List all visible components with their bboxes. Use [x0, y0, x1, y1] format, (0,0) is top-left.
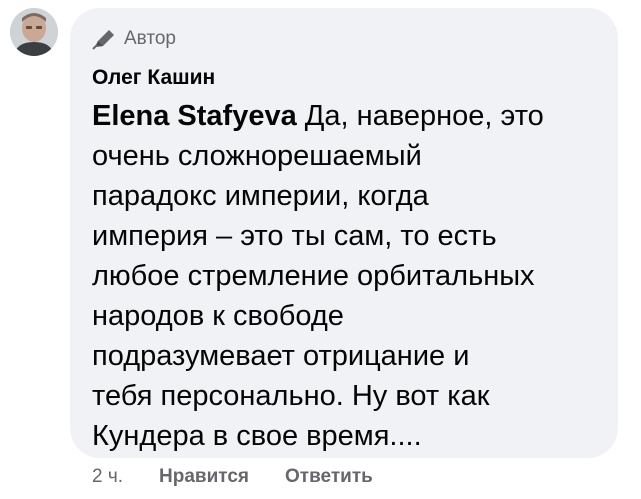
comment-timestamp[interactable]: 2 ч. — [92, 466, 123, 488]
comment-actions: 2 ч. Нравится Ответить — [92, 466, 373, 488]
avatar-image — [10, 8, 58, 56]
comment-line: очень сложнорешаемый — [92, 140, 422, 172]
comment-line: народов к свободе — [92, 300, 344, 332]
comment-line: тебя персонально. Ну вот как — [92, 380, 490, 412]
comment-line: парадокс империи, когда — [92, 180, 429, 212]
comment-bubble: Автор Олег Кашин Elena Stafyeva Да, наве… — [70, 8, 618, 458]
author-badge-label: Автор — [124, 28, 176, 49]
comment-line: подразумевает отрицание и — [92, 340, 470, 372]
comment-line: империя – это ты сам, то есть — [92, 220, 497, 252]
mention-link[interactable]: Elena Stafyeva — [92, 100, 297, 132]
avatar[interactable] — [10, 8, 58, 56]
comment-author-name[interactable]: Олег Кашин — [92, 66, 215, 90]
reply-button[interactable]: Ответить — [285, 466, 373, 488]
like-button[interactable]: Нравится — [159, 466, 249, 488]
comment-line: любое стремление орбитальных — [92, 260, 535, 292]
pen-icon — [92, 28, 118, 50]
comment-line: Кундера в свое время.... — [92, 420, 422, 452]
comment-text: Elena Stafyeva Да, наверное, это очень с… — [92, 96, 602, 456]
comment-line: Да, наверное, это — [296, 100, 544, 132]
author-badge: Автор — [92, 28, 176, 50]
